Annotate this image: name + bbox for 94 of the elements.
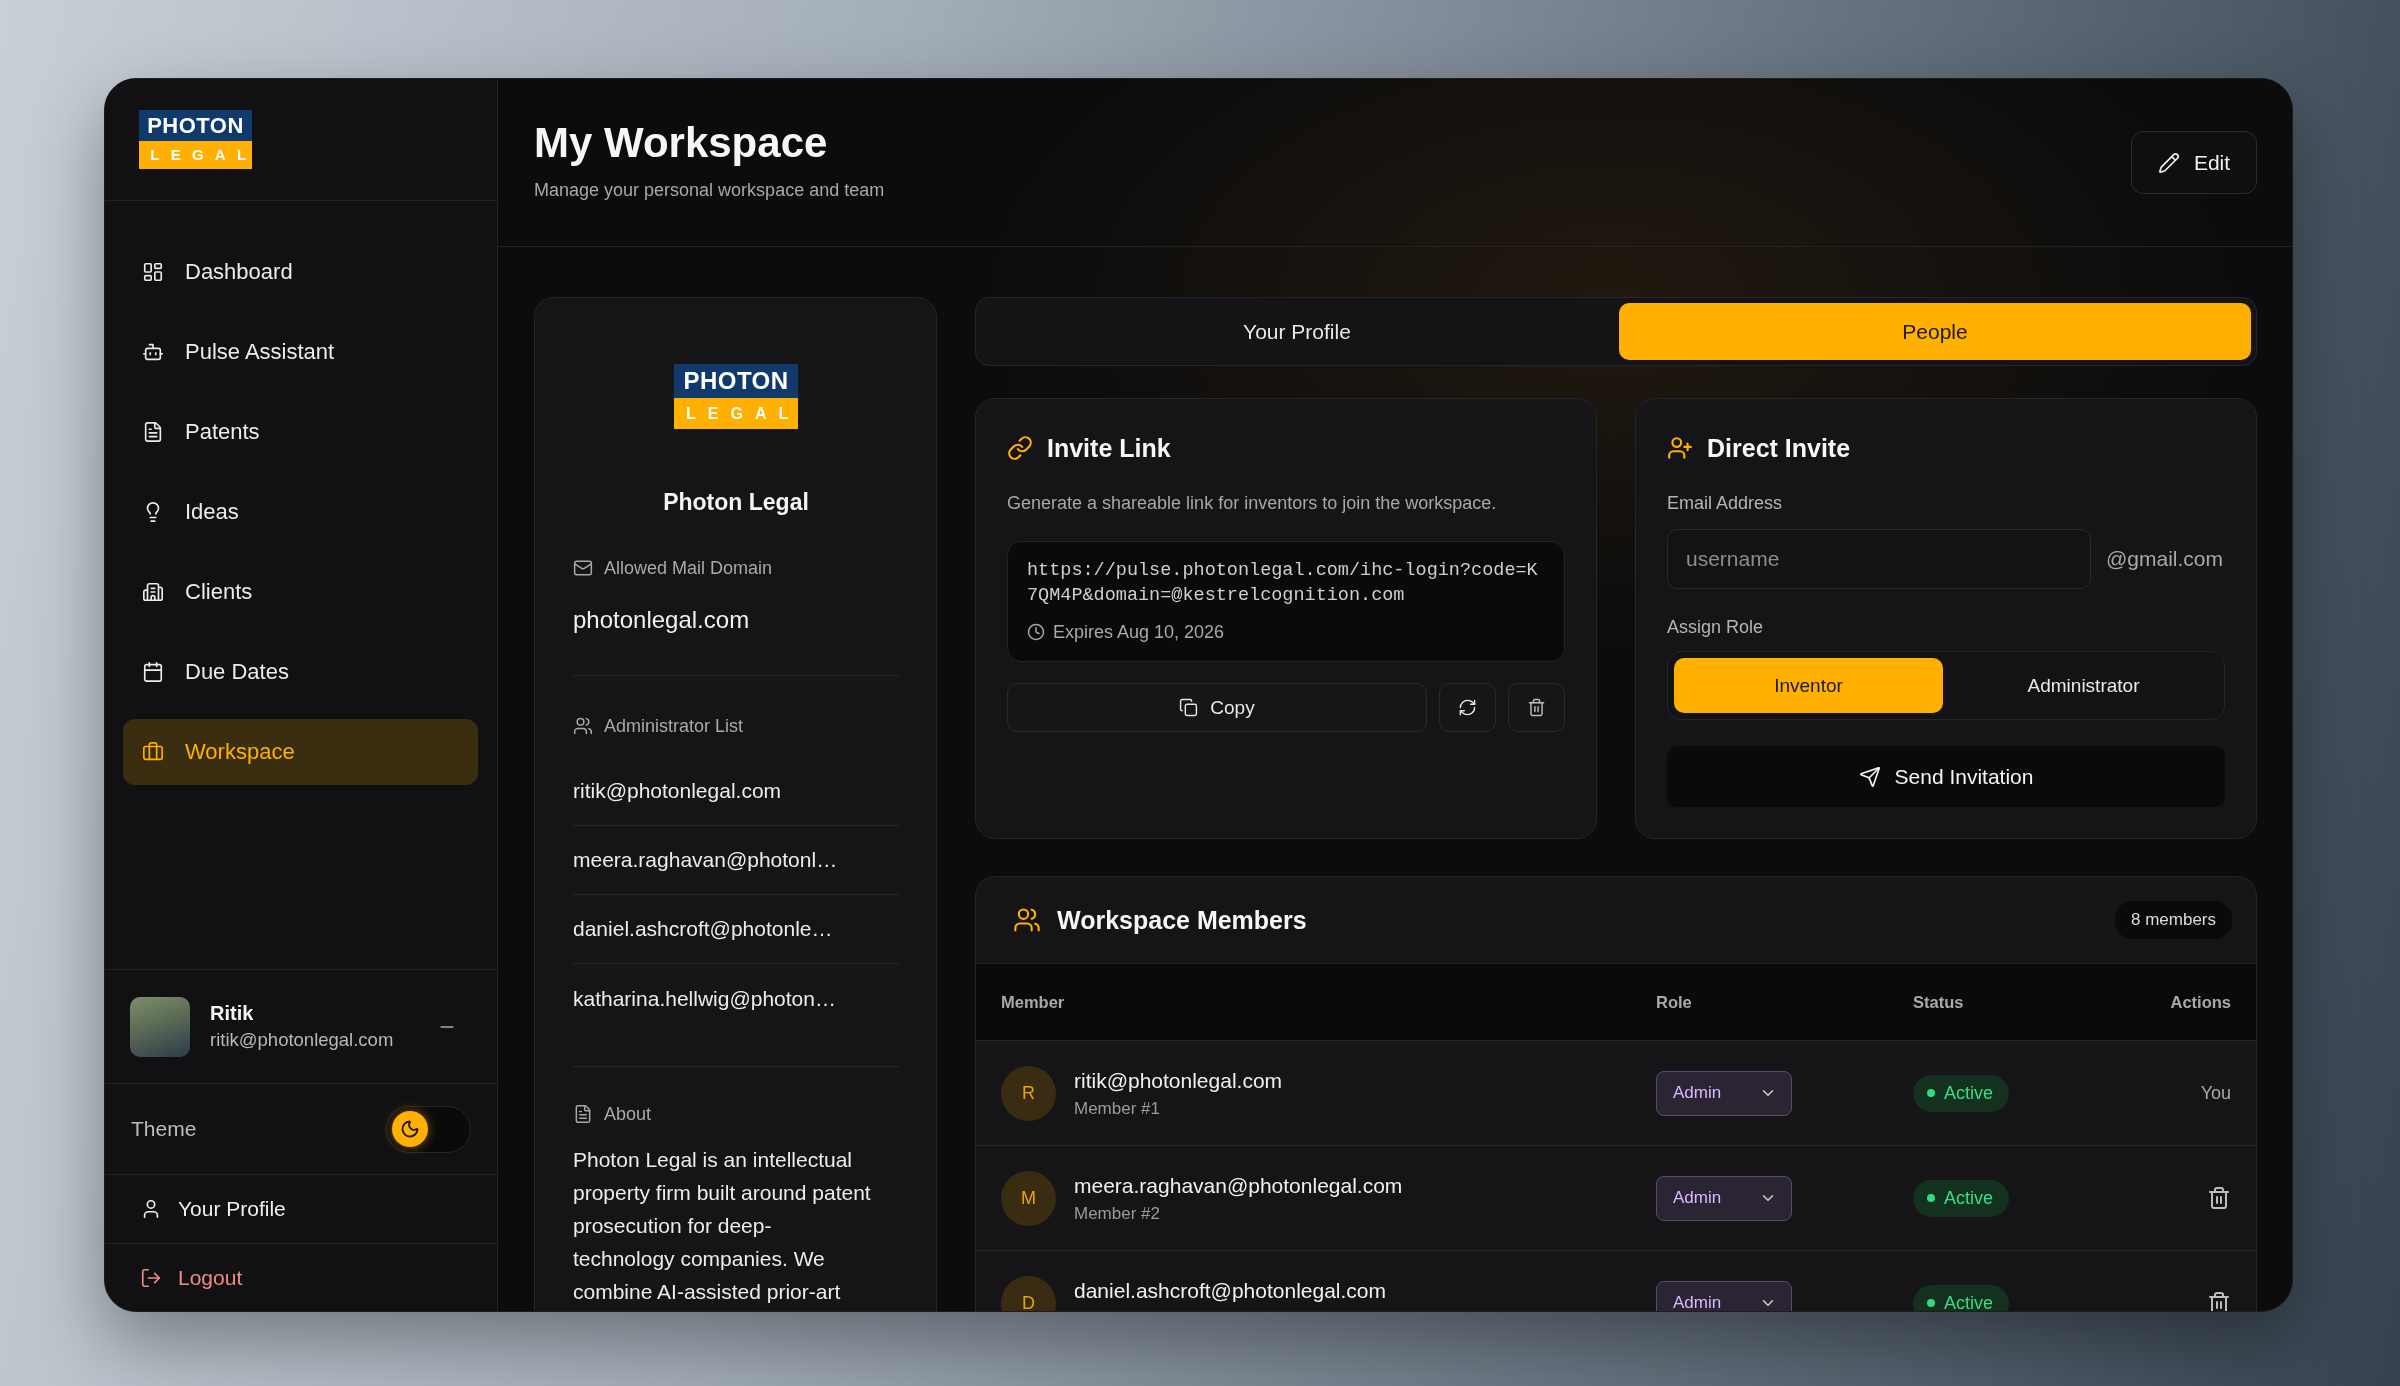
- link-icon: [1007, 435, 1033, 461]
- member-number: Member #2: [1074, 1202, 1161, 1224]
- member-email: daniel.ashcroft@photonlegal.com: [1074, 1277, 1386, 1304]
- expiry-text: Expires Aug 10, 2026: [1053, 621, 1225, 643]
- moon-icon: [400, 1119, 420, 1139]
- user-email: ritik@photonlegal.com: [210, 1029, 395, 1051]
- users-icon: [573, 716, 593, 736]
- status-dot-icon: [1927, 1299, 1935, 1307]
- column-header: Member: [1001, 992, 1065, 1012]
- organization-name: Photon Legal: [662, 488, 810, 517]
- role-dropdown[interactable]: Admin: [1656, 1280, 1792, 1311]
- role-dropdown[interactable]: Admin: [1656, 1175, 1792, 1221]
- nav-item[interactable]: Due Dates: [123, 639, 478, 705]
- refresh-button[interactable]: [1439, 683, 1496, 732]
- logout-icon: [140, 1266, 162, 1289]
- users-icon: [1013, 906, 1041, 934]
- nav-item[interactable]: Ideas: [123, 479, 478, 545]
- status-text: Active: [1944, 1292, 1994, 1311]
- edit-button[interactable]: Edit: [2131, 131, 2257, 194]
- avatar-photo-placeholder: [130, 996, 190, 1057]
- column-header: Status: [1913, 992, 1964, 1012]
- administrator-email: meera.raghavan@photonl…: [573, 826, 899, 895]
- logo-wordmark: PHOTON: [139, 110, 252, 141]
- user-name: Ritik: [210, 1002, 255, 1025]
- logo-subtitle: LEGAL: [139, 141, 252, 169]
- document-icon: [573, 1104, 593, 1124]
- logo-wordmark: PHOTON: [674, 364, 798, 398]
- copy-button[interactable]: Copy: [1007, 683, 1427, 732]
- member-count: 8 members: [2114, 901, 2232, 939]
- user-plus-icon: [1667, 435, 1693, 461]
- briefcase-icon: [142, 741, 164, 763]
- nav-item[interactable]: Workspace: [123, 719, 478, 785]
- trash-icon[interactable]: [2207, 1186, 2231, 1210]
- column-header: Role: [1656, 992, 1692, 1012]
- card-title: Workspace Members: [1057, 905, 1307, 935]
- tab[interactable]: Your Profile: [981, 303, 1613, 360]
- pencil-icon: [2157, 151, 2180, 174]
- trash-icon[interactable]: [2207, 1291, 2231, 1311]
- nav-item[interactable]: Patents: [123, 399, 478, 465]
- administrator-email: ritik@photonlegal.com: [573, 757, 899, 826]
- page-title: My Workspace: [534, 118, 829, 167]
- copy-icon: [1179, 698, 1199, 717]
- building-icon: [142, 581, 164, 603]
- card-description: Generate a shareable link for inventors to join the workspace.: [1007, 492, 1498, 514]
- role-option[interactable]: Inventor: [1674, 658, 1943, 713]
- theme-label: Theme: [131, 1117, 197, 1141]
- invite-url: https://pulse.photonlegal.com/ihc-login?code=K7QM4P&domain=@kestrelcognition.com: [1027, 559, 1538, 608]
- status-dot-icon: [1927, 1194, 1935, 1202]
- column-header: Actions: [2170, 992, 2231, 1012]
- trash-icon: [1527, 698, 1546, 717]
- send-invitation-button[interactable]: Send Invitation: [1667, 746, 2225, 807]
- role-dropdown[interactable]: Admin: [1656, 1070, 1792, 1116]
- mail-icon: [573, 558, 593, 578]
- about-text: Photon Legal is an intellectual property firm built around patent prosecution for deep-technology companies. We combine AI-assisted prior-art: [573, 1147, 872, 1305]
- refresh-icon: [1458, 698, 1477, 717]
- status-text: Active: [1944, 1082, 1994, 1104]
- member-email: ritik@photonlegal.com: [1074, 1067, 1283, 1094]
- current-user-label: You: [2200, 1082, 2231, 1104]
- member-avatar: R: [1001, 1065, 1056, 1121]
- logo-subtitle: LEGAL: [674, 398, 798, 429]
- username-field[interactable]: username: [1667, 529, 2091, 589]
- nav-item[interactable]: Dashboard: [123, 239, 478, 305]
- administrator-email: daniel.ashcroft@photonle…: [573, 895, 899, 964]
- robot-icon: [142, 341, 164, 363]
- member-email: meera.raghavan@photonlegal.com: [1074, 1172, 1403, 1199]
- send-icon: [1858, 765, 1881, 788]
- status-dot-icon: [1927, 1089, 1935, 1097]
- logout-link[interactable]: Logout: [105, 1243, 497, 1311]
- document-icon: [142, 421, 164, 443]
- administrator-email: katharina.hellwig@photon…: [573, 985, 837, 1012]
- delete-button[interactable]: [1508, 683, 1565, 732]
- member-number: Member #1: [1074, 1097, 1161, 1119]
- tab[interactable]: People: [1619, 303, 2251, 360]
- clock-icon: [1027, 623, 1045, 641]
- field-label: About: [604, 1103, 652, 1125]
- member-avatar: M: [1001, 1170, 1056, 1226]
- card-title: Invite Link: [1047, 433, 1171, 463]
- profile-link[interactable]: Your Profile: [105, 1174, 497, 1243]
- nav-item[interactable]: Pulse Assistant: [123, 319, 478, 385]
- field-label: Email Address: [1667, 492, 1784, 514]
- member-avatar: D: [1001, 1275, 1056, 1311]
- card-title: Direct Invite: [1707, 433, 1851, 463]
- nav-item[interactable]: Clients: [123, 559, 478, 625]
- calendar-icon: [142, 661, 164, 683]
- status-text: Active: [1944, 1187, 1994, 1209]
- role-option[interactable]: Administrator: [1949, 658, 2218, 713]
- field-label: Allowed Mail Domain: [604, 557, 773, 579]
- field-label: Assign Role: [1667, 616, 1765, 638]
- mail-domain-value: photonlegal.com: [573, 605, 751, 635]
- theme-switch[interactable]: [386, 1105, 471, 1153]
- dashboard-icon: [142, 261, 164, 283]
- page-subtitle: Manage your personal workspace and team: [534, 178, 885, 201]
- email-domain-suffix: @gmail.com: [2106, 547, 2223, 571]
- field-label: Administrator List: [604, 715, 744, 737]
